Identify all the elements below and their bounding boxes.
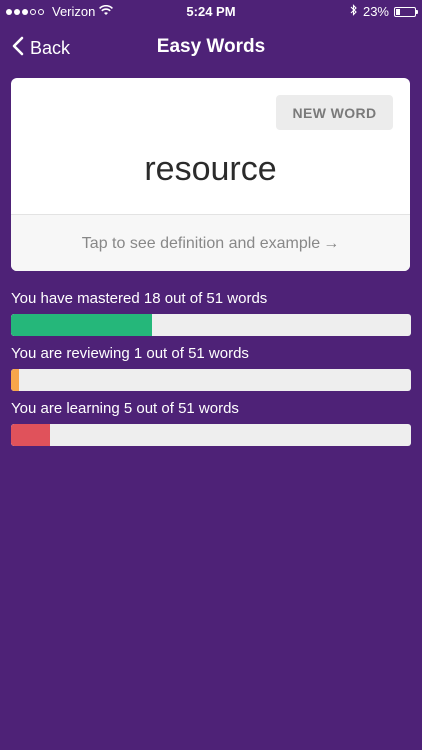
progress-track <box>11 424 411 446</box>
progress-mastered: You have mastered 18 out of 51 words <box>11 290 411 336</box>
progress-section: You have mastered 18 out of 51 words You… <box>11 290 411 455</box>
battery-level <box>396 8 401 15</box>
bluetooth-icon <box>350 4 358 19</box>
show-definition-button[interactable]: Tap to see definition and example → <box>11 214 410 271</box>
current-word: resource <box>144 150 277 188</box>
progress-label: You are reviewing 1 out of 51 words <box>11 345 249 362</box>
battery-percent: 23% <box>362 4 389 19</box>
progress-reviewing: You are reviewing 1 out of 51 words <box>11 345 411 391</box>
new-word-button[interactable]: NEW WORD <box>276 95 393 130</box>
progress-fill <box>11 369 19 391</box>
progress-label: You have mastered 18 out of 51 words <box>11 290 268 307</box>
status-bar: Verizon 5:24 PM 23% <box>0 0 422 24</box>
progress-track <box>11 369 411 391</box>
show-definition-label: Tap to see definition and example <box>81 234 321 252</box>
battery-icon <box>394 6 418 17</box>
progress-fill <box>11 424 51 446</box>
progress-fill <box>11 314 153 336</box>
progress-track <box>11 314 411 336</box>
progress-label: You are learning 5 out of 51 words <box>11 400 239 417</box>
status-right: 23% <box>350 4 418 19</box>
page-title: Easy Words <box>156 36 266 57</box>
progress-learning: You are learning 5 out of 51 words <box>11 400 411 446</box>
navigation-bar: Back Easy Words <box>0 24 422 72</box>
word-card: NEW WORD resource Tap to see definition … <box>11 78 410 271</box>
arrow-right-icon: → <box>323 234 340 252</box>
